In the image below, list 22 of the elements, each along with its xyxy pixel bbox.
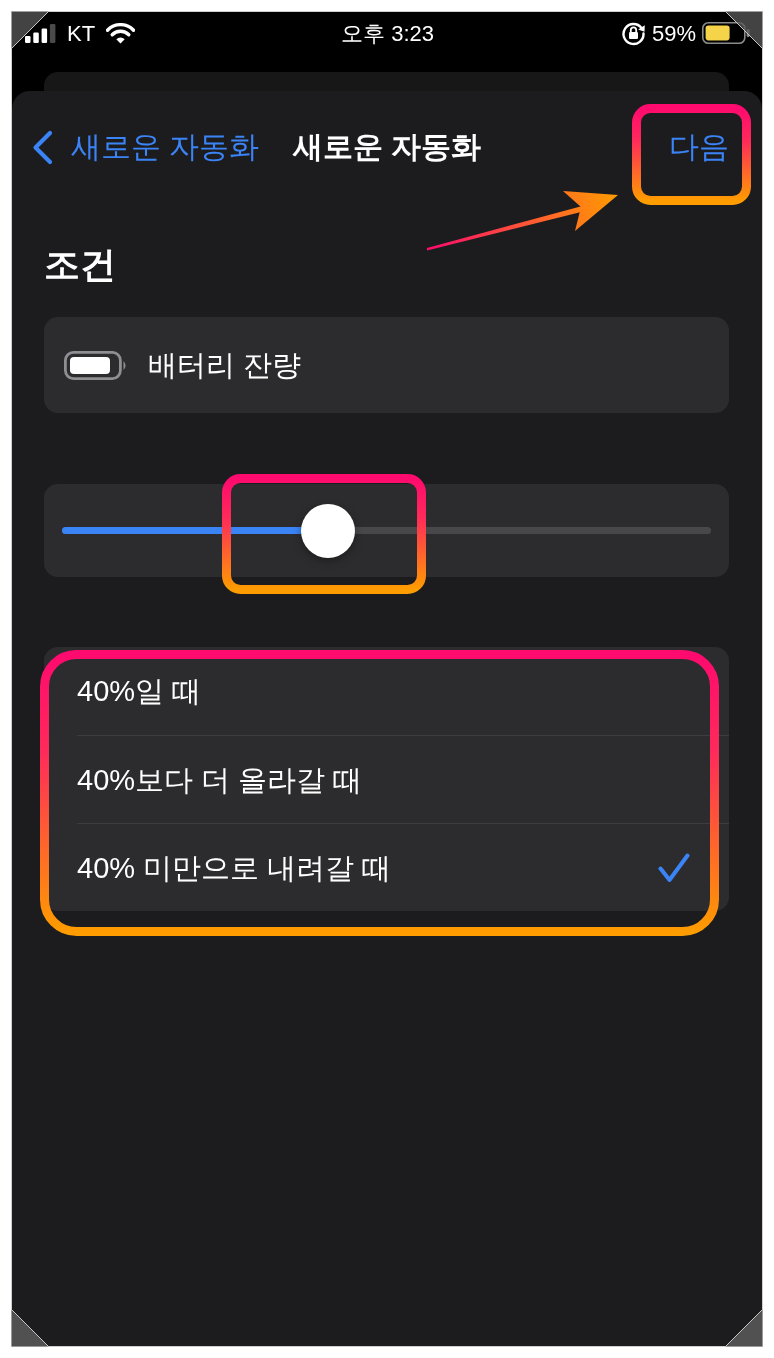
status-time: 오후 3:23 [341,20,434,46]
rotation-lock-icon [620,20,646,46]
back-button[interactable]: 새로운 자동화 [32,127,260,167]
slider-track[interactable] [62,503,711,558]
carrier-label: KT [67,19,96,48]
corner-triangle-icon [725,11,763,49]
condition-label: 배터리 잔량 [148,348,302,383]
corner-triangle-icon [725,1309,763,1347]
wifi-icon [106,22,136,44]
battery-icon [702,22,750,44]
corner-triangle-icon [11,1309,49,1347]
screen-title: 새로운 자동화 [292,129,482,165]
corner-triangle-icon [11,11,49,49]
battery-icon [64,350,128,380]
next-button[interactable]: 다음 [669,127,729,167]
option-item[interactable]: 40%보다 더 올라갈 때 [77,735,729,823]
signal-icon [25,23,56,43]
section-heading: 조건 [44,243,116,287]
chevron-left-icon [32,129,53,165]
option-item[interactable]: 40%일 때 [77,647,729,735]
option-item[interactable]: 40% 미만으로 내려갈 때 [77,823,729,911]
battery-percentage: 59% [651,19,696,48]
